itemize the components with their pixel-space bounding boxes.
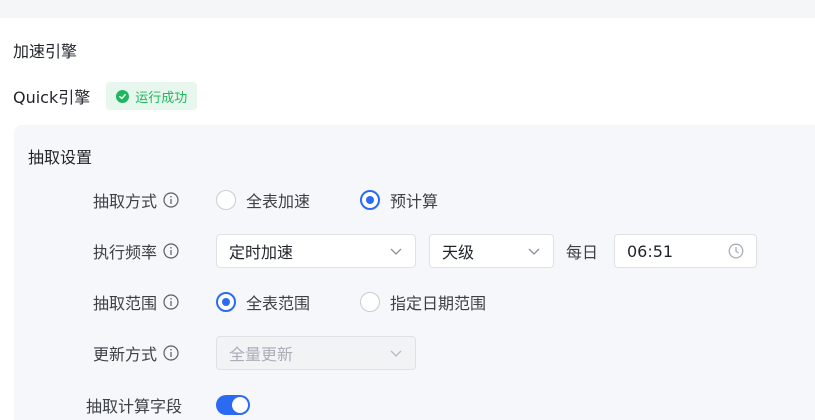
every-day-label: 每日 [566, 243, 599, 262]
info-icon[interactable] [163, 294, 179, 310]
radio-label: 预计算 [390, 192, 439, 211]
frequency-label: 执行频率 [93, 234, 179, 268]
extract-mode-label: 抽取方式 [93, 183, 179, 217]
radio-date-range[interactable]: 指定日期范围 [360, 285, 486, 319]
calc-fields-label: 抽取计算字段 [86, 388, 182, 420]
select-value: 定时加速 [229, 243, 294, 262]
range-label: 抽取范围 [93, 285, 179, 319]
chevron-down-icon [390, 248, 402, 255]
radio-label: 全表加速 [246, 192, 311, 211]
info-icon[interactable] [163, 192, 179, 208]
radio-circle-checked[interactable] [360, 190, 380, 210]
check-circle-icon [116, 89, 130, 103]
clock-icon [728, 243, 744, 259]
radio-label: 全表范围 [246, 294, 311, 313]
section-title: 加速引擎 [13, 42, 78, 61]
top-strip [0, 0, 815, 18]
update-label-text: 更新方式 [93, 345, 158, 364]
radio-label: 指定日期范围 [390, 294, 487, 313]
radio-circle[interactable] [360, 292, 380, 312]
chevron-down-icon [390, 350, 402, 357]
panel-title: 抽取设置 [28, 148, 93, 167]
time-picker[interactable]: 06:51 [614, 234, 757, 268]
status-badge: 运行成功 [106, 82, 198, 110]
radio-full-table[interactable]: 全表加速 [216, 183, 310, 217]
select-value: 天级 [442, 243, 475, 262]
frequency-label-text: 执行频率 [93, 243, 158, 262]
radio-precompute[interactable]: 预计算 [360, 183, 438, 217]
range-label-text: 抽取范围 [93, 294, 158, 313]
calc-fields-toggle[interactable] [216, 395, 250, 415]
radio-circle[interactable] [216, 190, 236, 210]
calc-fields-label-text: 抽取计算字段 [86, 397, 183, 416]
frequency-mode-select[interactable]: 定时加速 [216, 234, 416, 268]
engine-row: Quick引擎 运行成功 [13, 82, 198, 110]
info-icon[interactable] [163, 345, 179, 361]
update-label: 更新方式 [93, 336, 179, 370]
radio-full-range[interactable]: 全表范围 [216, 285, 310, 319]
radio-circle-checked[interactable] [216, 292, 236, 312]
extract-settings-panel: 抽取设置 抽取方式 全表加速 预计算 执行频率 定时加速 天级 每日 06:51… [14, 125, 815, 420]
time-value: 06:51 [627, 241, 674, 261]
info-icon[interactable] [163, 243, 179, 259]
frequency-level-select[interactable]: 天级 [429, 234, 554, 268]
extract-mode-label-text: 抽取方式 [93, 192, 158, 211]
chevron-down-icon [528, 248, 540, 255]
status-text: 运行成功 [135, 90, 188, 106]
select-value: 全量更新 [229, 345, 294, 364]
update-mode-select: 全量更新 [216, 336, 416, 370]
engine-label: Quick引擎 [13, 88, 91, 107]
